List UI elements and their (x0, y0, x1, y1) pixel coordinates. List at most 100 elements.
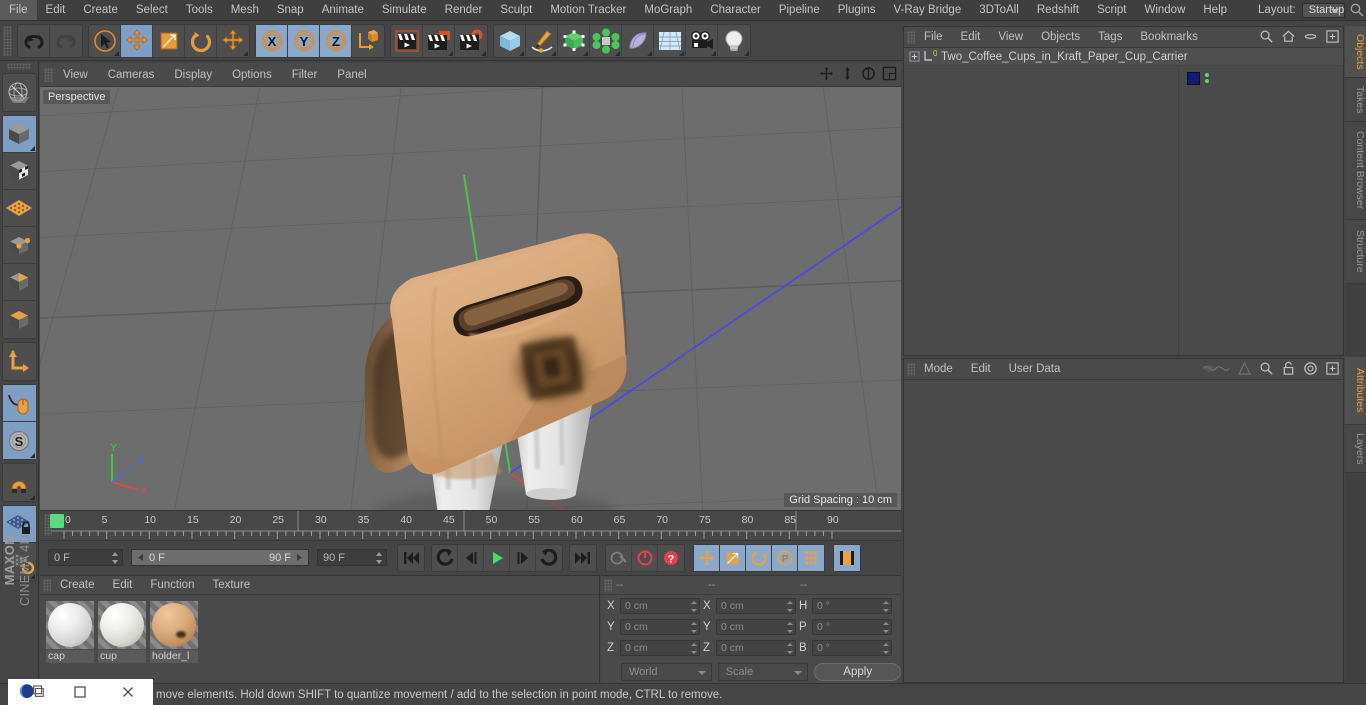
object-manager-tree[interactable]: 0 Two_Coffee_Cups_in_Kraft_Paper_Cup_Car… (904, 48, 1343, 355)
edge-mode-button[interactable] (2, 264, 36, 301)
menu-item-edit[interactable]: Edit (37, 0, 75, 20)
tool-options-corner[interactable] (744, 50, 749, 56)
viewport-menu-filter[interactable]: Filter (282, 64, 328, 86)
lock-z-axis[interactable]: Z (320, 24, 352, 57)
model-mode-button[interactable] (2, 116, 36, 153)
viewport-menu-panel[interactable]: Panel (327, 64, 376, 86)
render-settings-button[interactable] (455, 25, 487, 57)
add-array-button[interactable] (590, 24, 622, 57)
material-tag-icon[interactable] (1187, 71, 1200, 85)
expand-toggle-icon[interactable] (909, 51, 920, 62)
coordinate-mode-dropdown[interactable]: Scale (717, 663, 809, 681)
coord-field-rot-p[interactable]: 0 ° (812, 619, 892, 635)
render-to-picture-viewer-button[interactable] (423, 24, 455, 57)
lock-x-axis[interactable]: X (256, 24, 288, 57)
tool-options-corner[interactable] (647, 50, 652, 56)
menu-item-help[interactable]: Help (1194, 0, 1236, 20)
world-object-coords[interactable] (352, 25, 384, 57)
viewport-menu-cameras[interactable]: Cameras (98, 64, 165, 86)
autokeying-button[interactable] (632, 544, 658, 571)
tool-options-corner[interactable] (29, 495, 35, 500)
c4d-logo-icon[interactable] (8, 679, 56, 705)
coord-field-size-y[interactable]: 0 cm (716, 619, 796, 635)
menu-item-character[interactable]: Character (701, 0, 770, 20)
go-to-start-button[interactable] (398, 545, 424, 571)
go-to-previous-key-button[interactable] (432, 544, 458, 571)
material-gripper[interactable] (43, 578, 51, 592)
step-back-button[interactable] (458, 544, 484, 571)
menu-item-plugins[interactable]: Plugins (829, 0, 885, 20)
viewport-menu-options[interactable]: Options (222, 64, 282, 86)
material-menu-create[interactable]: Create (51, 576, 104, 594)
material-menu-texture[interactable]: Texture (203, 576, 259, 594)
current-frame-field[interactable]: 0 F (48, 549, 123, 566)
stepper-icon[interactable] (787, 601, 793, 612)
menu-item-window[interactable]: Window (1135, 0, 1194, 20)
add-spline-button[interactable] (526, 24, 558, 57)
menu-item-file[interactable]: File (0, 0, 37, 20)
material-menu-edit[interactable]: Edit (104, 576, 142, 594)
coord-field-size-z[interactable]: 0 cm (716, 640, 796, 656)
menu-item-tools[interactable]: Tools (177, 0, 222, 20)
object-menu-file[interactable]: File (915, 27, 952, 47)
material-item[interactable]: holder_l (150, 601, 198, 663)
viewport-menu-view[interactable]: View (53, 64, 98, 86)
add-environment-button[interactable] (654, 24, 686, 57)
stepper-icon[interactable] (376, 552, 383, 564)
coord-field-rot-b[interactable]: 0 ° (812, 640, 892, 656)
timeline-toggle-button[interactable] (834, 544, 860, 571)
pan-view-icon[interactable] (819, 66, 834, 81)
toolbar-gripper[interactable] (3, 25, 12, 56)
coord-field-rot-h[interactable]: 0 ° (812, 598, 892, 614)
soft-selection-button[interactable]: S (2, 422, 36, 459)
tool-options-corner[interactable] (583, 50, 588, 56)
record-active-objects-button[interactable] (606, 544, 632, 571)
point-mode-button[interactable] (2, 227, 36, 264)
object-manager-gripper[interactable] (907, 30, 915, 44)
tool-options-corner[interactable] (448, 50, 453, 56)
tool-options-corner[interactable] (243, 50, 248, 56)
object-name[interactable]: Two_Coffee_Cups_in_Kraft_Paper_Cup_Carri… (941, 51, 1188, 63)
stepper-icon[interactable] (691, 622, 697, 633)
stepper-icon[interactable] (883, 622, 889, 633)
enable-axis-modification-button[interactable] (3, 343, 36, 380)
material-menu-function[interactable]: Function (141, 576, 203, 594)
search-icon[interactable] (1349, 2, 1365, 18)
tool-options-corner[interactable] (29, 453, 35, 458)
tool-options-corner[interactable] (551, 50, 556, 56)
move-tool[interactable] (121, 24, 153, 57)
play-button[interactable] (484, 544, 510, 571)
stepper-icon[interactable] (883, 643, 889, 654)
menu-item-script[interactable]: Script (1088, 0, 1135, 20)
tool-options-corner[interactable] (679, 50, 684, 56)
close-window-icon[interactable] (104, 679, 152, 705)
home-icon[interactable] (1281, 29, 1296, 44)
add-deformer-button[interactable] (622, 24, 654, 57)
menu-item-mesh[interactable]: Mesh (222, 0, 268, 20)
stepper-icon[interactable] (787, 622, 793, 633)
texture-mode-button[interactable] (2, 153, 36, 190)
menu-item-render[interactable]: Render (436, 0, 492, 20)
scale-tool[interactable] (153, 24, 185, 57)
add-light-button[interactable] (718, 25, 750, 57)
lock-y-axis[interactable]: Y (288, 24, 320, 57)
viewport-menu-display[interactable]: Display (164, 64, 222, 86)
maximize-view-icon[interactable] (882, 66, 897, 81)
apply-button[interactable]: Apply (814, 663, 902, 681)
co-field-pos-y[interactable]: 0 cm (620, 619, 700, 635)
param-key-button[interactable]: P (772, 544, 798, 571)
menu-item-3dtoall[interactable]: 3DToAll (970, 0, 1028, 20)
menu-item-vray-bridge[interactable]: V-Ray Bridge (884, 0, 970, 20)
preview-range-bar[interactable]: 0 F 90 F (131, 549, 309, 566)
step-forward-button[interactable] (510, 544, 536, 571)
add-cube-button[interactable] (494, 24, 526, 57)
material-item[interactable]: cap (46, 601, 94, 663)
menu-item-create[interactable]: Create (74, 0, 127, 20)
tool-options-corner[interactable] (711, 50, 716, 56)
keyframe-selection-button[interactable]: ? (658, 545, 684, 571)
menu-item-sculpt[interactable]: Sculpt (491, 0, 541, 20)
position-key-button[interactable] (694, 544, 720, 571)
add-layer-icon[interactable] (1325, 29, 1340, 44)
material-thumbnail[interactable] (98, 601, 146, 649)
triangle-icon[interactable] (1237, 361, 1252, 376)
